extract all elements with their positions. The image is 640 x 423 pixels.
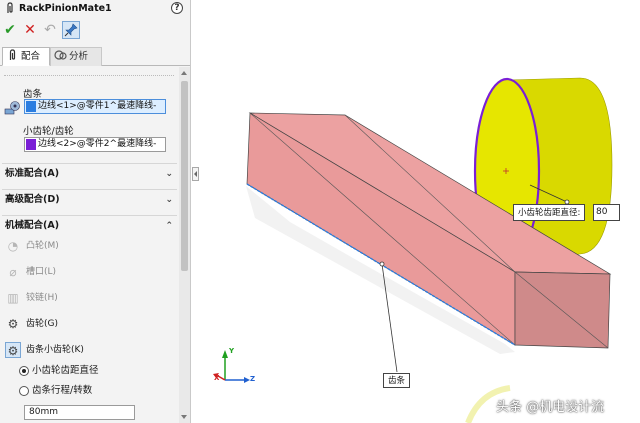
cancel-button[interactable]: ✕ (21, 21, 39, 39)
mate-hinge[interactable]: ▥ 铰链(H) (4, 288, 154, 308)
triad-z-label: Z (250, 375, 256, 383)
option-rack-travel-label: 齿条行程/转数 (32, 385, 93, 396)
mate-slot-label: 槽口(L) (26, 267, 57, 277)
paperclip-icon (9, 49, 16, 60)
option-pitch-diameter-label: 小齿轮齿距直径 (32, 365, 99, 376)
mate-options-scroll-area: 齿条 边线<1>@零件1^最速降线- 小齿轮/齿轮 边线<2>@零件2^最速降线… (0, 67, 190, 423)
action-toolbar: ✔ ✕ ↶ (0, 19, 190, 41)
option-rack-travel[interactable]: 齿条行程/转数 (19, 383, 92, 399)
pinion-selection-label: 小齿轮/齿轮 (23, 126, 74, 137)
panel-title: RackPinionMate1 (19, 3, 112, 14)
pitch-diameter-callout-value[interactable]: 80 (593, 204, 620, 221)
section-mechanical-mates[interactable]: 机械配合(A) ⌃ (2, 215, 177, 235)
watermark-text: 头条 @机电设计流 (496, 400, 605, 415)
section-advanced-mates[interactable]: 高级配合(D) ⌄ (2, 189, 177, 209)
chevron-down-icon: ⌄ (165, 169, 173, 179)
mate-hinge-label: 铰链(H) (26, 293, 58, 303)
ok-button[interactable]: ✔ (1, 21, 19, 39)
tab-analysis[interactable]: 分析 (50, 47, 102, 66)
rack-leader-dot (379, 261, 385, 267)
cam-icon: ◔ (7, 239, 19, 253)
tab-mates-label: 配合 (21, 51, 41, 62)
scroll-up-icon[interactable] (181, 71, 187, 75)
pitch-diameter-callout: 小齿轮齿距直径: (513, 204, 586, 221)
radio-unselected-icon (19, 386, 29, 396)
undo-icon[interactable]: ↶ (41, 21, 59, 39)
triad-x-label: X (214, 374, 220, 382)
analysis-icon (54, 50, 67, 60)
mate-slot[interactable]: ⌀ 槽口(L) (4, 262, 154, 282)
mate-rack-pinion-label: 齿条小齿轮(K) (26, 345, 84, 355)
rack-selection-value: 边线<1>@零件1^最速降线- (38, 101, 157, 111)
pinion-selection-field[interactable]: 边线<2>@零件2^最速降线- (24, 137, 166, 152)
pinion-color-swatch (26, 139, 36, 150)
panel-title-bar: RackPinionMate1 ? (0, 0, 190, 18)
scroll-down-icon[interactable] (181, 415, 187, 419)
mate-cam[interactable]: ◔ 凸轮(M) (4, 236, 154, 256)
help-icon[interactable]: ? (171, 2, 183, 14)
rack-callout: 齿条 (383, 373, 411, 388)
section-standard-mates[interactable]: 标准配合(A) ⌄ (2, 163, 177, 183)
section-standard-mates-label: 标准配合(A) (5, 168, 60, 179)
section-mechanical-mates-label: 机械配合(A) (5, 220, 60, 231)
pitch-diameter-input[interactable]: 80mm (24, 405, 135, 420)
mate-gear[interactable]: ⚙ 齿轮(G) (4, 314, 154, 334)
section-advanced-mates-label: 高级配合(D) (5, 194, 60, 205)
chevron-down-icon: ⌄ (165, 195, 173, 205)
radio-selected-icon (19, 366, 29, 376)
pushpin-icon (64, 23, 78, 37)
mate-rack-pinion[interactable]: ⚙ 齿条小齿轮(K) (4, 340, 154, 360)
pinion-selection-value: 边线<2>@零件2^最速降线- (38, 139, 157, 149)
panel-tabs: 配合 分析 (0, 46, 190, 66)
rack-selection-label: 齿条 (23, 89, 43, 100)
rack-selection-field[interactable]: 边线<1>@零件1^最速降线- (24, 99, 166, 114)
slot-icon: ⌀ (9, 265, 17, 279)
tab-mates[interactable]: 配合 (2, 47, 50, 66)
property-manager-panel: RackPinionMate1 ? ✔ ✕ ↶ 配合 分析 齿条 边线<1>@零… (0, 0, 191, 423)
panel-scrollbar[interactable] (179, 67, 190, 423)
hinge-icon: ▥ (7, 291, 19, 305)
mate-gear-label: 齿轮(G) (26, 319, 58, 329)
triad-y-label: Y (229, 347, 235, 355)
chevron-up-icon: ⌃ (165, 221, 173, 231)
tab-analysis-label: 分析 (69, 51, 89, 62)
panel-collapse-handle[interactable] (192, 167, 199, 181)
paperclip-icon (7, 2, 13, 13)
divider (4, 75, 174, 76)
gear-icon: ⚙ (7, 317, 19, 331)
rack-color-swatch (26, 101, 36, 112)
option-pitch-diameter[interactable]: 小齿轮齿距直径 (19, 363, 99, 379)
scroll-thumb[interactable] (181, 81, 188, 271)
mate-cam-label: 凸轮(M) (26, 241, 59, 251)
rack-pinion-icon: ⚙ (5, 342, 21, 358)
mate-selections-icon (4, 101, 20, 115)
pin-button[interactable] (62, 21, 80, 39)
